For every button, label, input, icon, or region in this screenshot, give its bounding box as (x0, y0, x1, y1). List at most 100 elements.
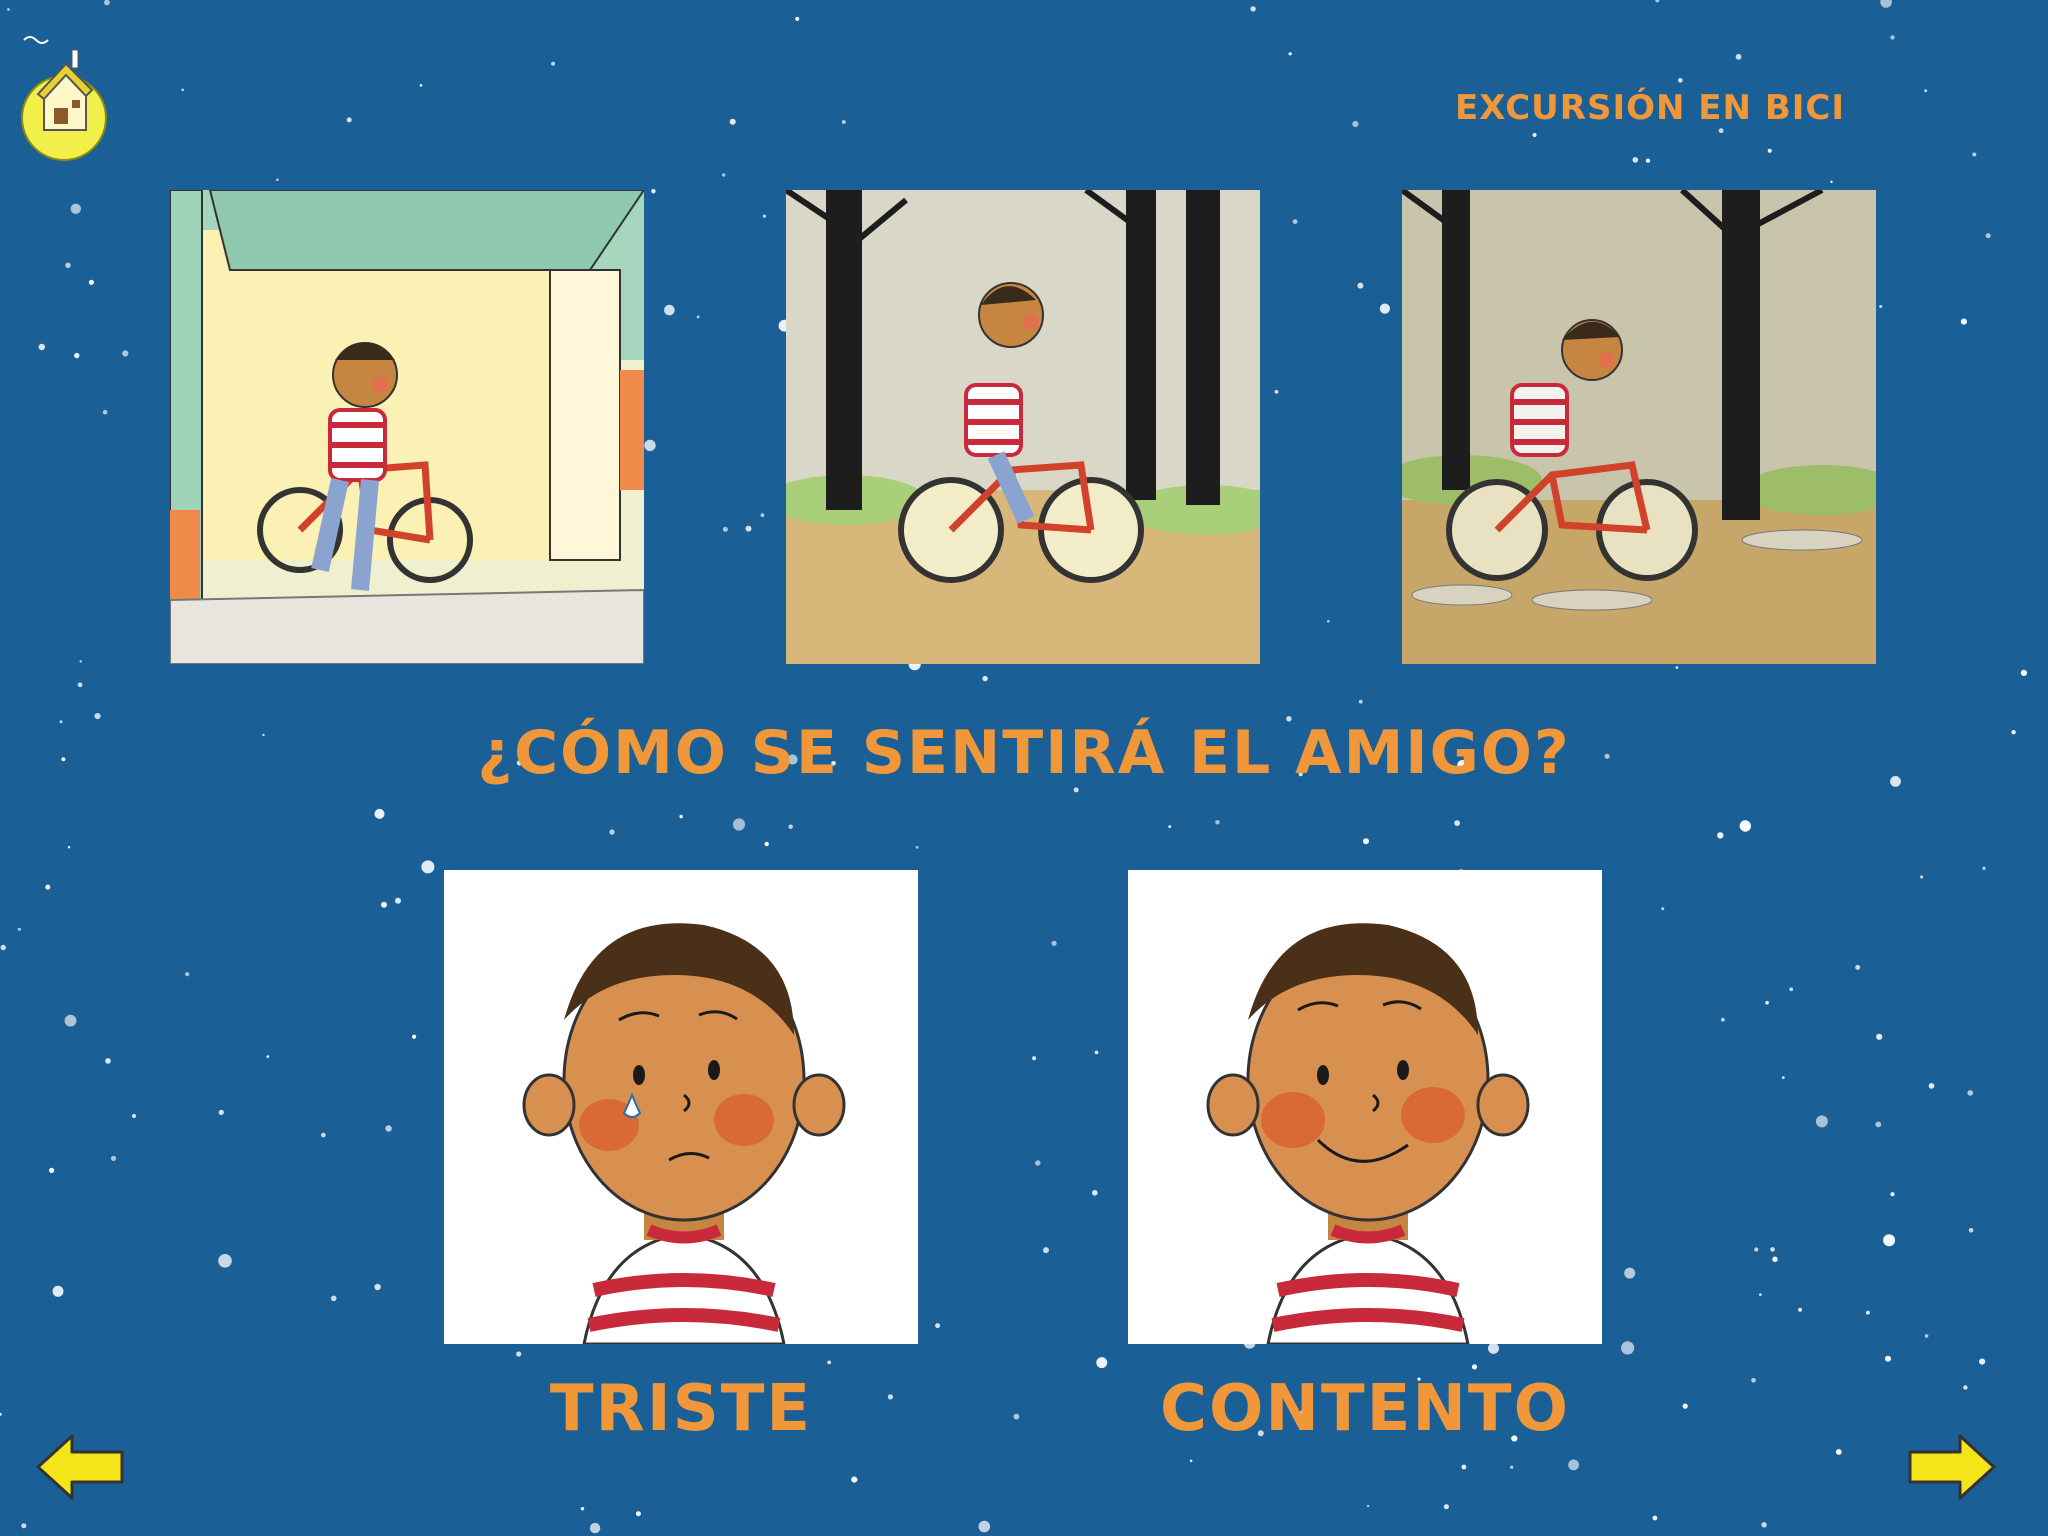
star (841, 120, 846, 124)
star (1092, 1190, 1098, 1196)
star (651, 189, 656, 194)
star (74, 352, 80, 359)
star (1920, 875, 1924, 879)
star (1880, 0, 1892, 8)
star (266, 1055, 270, 1058)
star (1327, 620, 1330, 623)
star (88, 279, 94, 285)
star (1655, 0, 1660, 3)
star (1621, 1341, 1635, 1355)
star (827, 1360, 832, 1365)
star (1985, 233, 1991, 239)
star (1675, 666, 1679, 669)
star (1292, 219, 1298, 225)
star (1879, 305, 1883, 308)
star (38, 343, 45, 351)
star (795, 16, 800, 21)
star (1963, 1385, 1968, 1390)
star (1035, 1160, 1041, 1166)
star (67, 846, 71, 849)
star (1979, 1358, 1986, 1365)
rainy-ride-illustration (1402, 190, 1876, 664)
star (1094, 1050, 1099, 1055)
star (1250, 6, 1256, 12)
star (1890, 35, 1895, 40)
choice-sad-label[interactable]: TRISTE (444, 1372, 918, 1446)
star (915, 845, 919, 849)
star (421, 860, 435, 874)
star (0, 1412, 2, 1416)
star (1924, 89, 1928, 93)
star (1632, 157, 1639, 163)
star (732, 818, 746, 831)
star (1443, 1504, 1449, 1510)
choice-happy-card[interactable] (1128, 870, 1602, 1344)
star (1875, 1121, 1882, 1128)
star (696, 315, 700, 319)
star (729, 118, 736, 125)
star (1096, 1357, 1108, 1369)
arrow-right-icon (1908, 1434, 1996, 1500)
star (1721, 1017, 1725, 1022)
star (77, 682, 83, 688)
star (762, 214, 767, 218)
star (122, 350, 129, 357)
star (1960, 318, 1967, 325)
star (105, 1058, 111, 1064)
star (1510, 1465, 1514, 1469)
star (374, 808, 385, 819)
star (218, 1254, 232, 1268)
star (1073, 787, 1079, 793)
star (7, 8, 10, 11)
star (1043, 1247, 1049, 1254)
star (17, 927, 21, 931)
previous-button[interactable] (34, 1432, 126, 1502)
home-button[interactable] (14, 30, 114, 175)
star (131, 1113, 137, 1119)
star (1866, 1310, 1870, 1315)
star (65, 262, 71, 268)
star (110, 1155, 117, 1161)
star (1770, 1247, 1775, 1252)
star (1968, 1228, 1974, 1233)
star (381, 901, 387, 908)
star (851, 1476, 858, 1483)
choice-sad-card[interactable] (444, 870, 918, 1344)
happy-face-illustration (1206, 923, 1530, 1344)
star (1358, 699, 1363, 704)
star (1765, 1000, 1769, 1005)
sad-face-illustration (522, 923, 846, 1344)
star (1982, 866, 1986, 870)
star (635, 1511, 641, 1517)
star (1532, 133, 1537, 137)
star (102, 409, 108, 415)
star (1972, 152, 1977, 157)
star (52, 1285, 64, 1297)
star (722, 173, 726, 177)
star (1754, 1247, 1759, 1252)
star (1645, 158, 1651, 163)
star (1471, 1364, 1478, 1370)
star (788, 824, 793, 829)
star (1624, 1267, 1636, 1279)
forest-ride-illustration (786, 190, 1260, 664)
star (49, 1167, 55, 1173)
star (0, 944, 6, 951)
star (1652, 1515, 1658, 1521)
next-button[interactable] (1906, 1432, 1998, 1502)
star (395, 897, 401, 904)
star (1718, 128, 1724, 134)
star (346, 117, 352, 123)
arrow-left-icon (36, 1434, 124, 1500)
star (1189, 1459, 1193, 1463)
star (1767, 148, 1772, 153)
star (1682, 1403, 1688, 1409)
star (1739, 820, 1752, 832)
star (1215, 820, 1220, 825)
star (185, 972, 190, 977)
star (419, 84, 423, 87)
choice-happy-label[interactable]: CONTENTO (1128, 1372, 1602, 1446)
star (664, 304, 675, 316)
star (764, 841, 769, 847)
story-panel-3 (1402, 190, 1876, 664)
